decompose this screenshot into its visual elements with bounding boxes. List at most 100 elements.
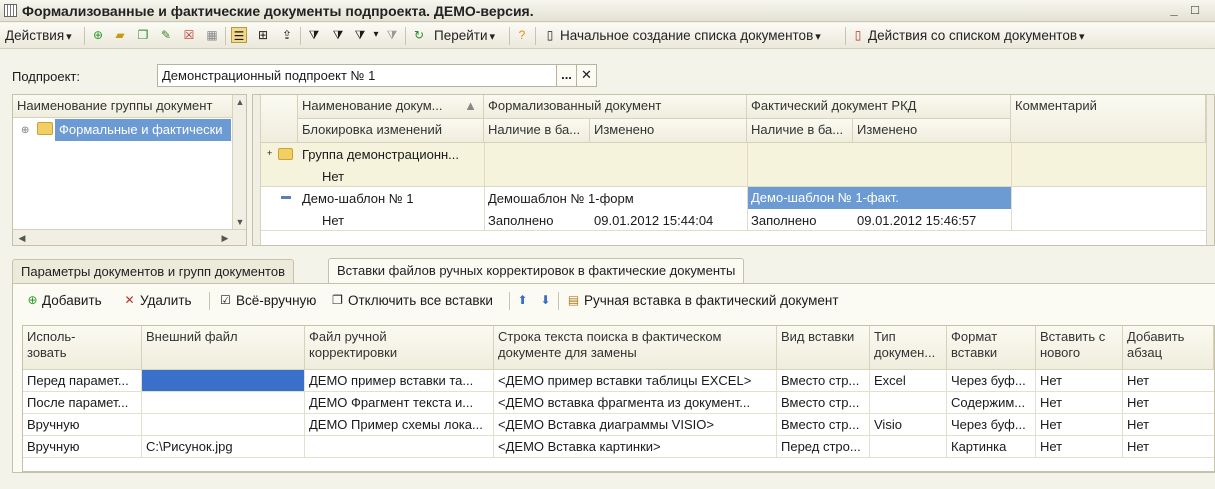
col-header-actual-changed[interactable]: Изменено [853, 119, 1011, 143]
cell-kind[interactable]: Вместо стр... [777, 414, 870, 435]
col-header-kind[interactable]: Вид вставки [777, 326, 870, 370]
expand-icon[interactable]: ⊕ [21, 125, 29, 136]
cell-search[interactable]: <ДЕМО Вставка диаграммы VISIO> [494, 414, 777, 435]
grid-left-scrollbar[interactable] [253, 95, 261, 245]
col-header-name[interactable]: Наименование докум... ▲ [298, 95, 484, 119]
subproject-select-button[interactable]: ... [556, 64, 577, 87]
cell-paragraph[interactable]: Нет [1123, 414, 1214, 435]
table-row[interactable]: Перед парамет... ДЕМО пример вставки та.… [23, 370, 1214, 392]
cell-kind[interactable]: Перед стро... [777, 436, 870, 457]
disable-all-icon[interactable]: ❐ [330, 293, 345, 308]
cell-newline[interactable]: Нет [1036, 370, 1123, 391]
col-header-formal-changed[interactable]: Изменено [590, 119, 747, 143]
cell-manual-file[interactable]: ДЕМО Фрагмент текста и... [305, 392, 494, 413]
col-header-formal-presence[interactable]: Наличие в ба... [484, 119, 590, 143]
cell-manual-file[interactable]: ДЕМО пример вставки та... [305, 370, 494, 391]
col-header-actual-presence[interactable]: Наличие в ба... [747, 119, 853, 143]
col-header-newline[interactable]: Вставить с нового [1036, 326, 1123, 370]
col-header-external[interactable]: Внешний файл [142, 326, 305, 370]
cell-use[interactable]: После парамет... [23, 392, 142, 413]
row-actual-doc[interactable]: Демо-шаблон № 1-факт. [747, 187, 1011, 209]
mark-delete-icon[interactable]: ▦ [204, 27, 220, 43]
col-header-manual-file[interactable]: Файл ручной корректировки [305, 326, 494, 370]
scroll-left-icon[interactable]: ◀ [15, 231, 29, 245]
expand-group-icon[interactable]: + [267, 148, 272, 158]
cell-paragraph[interactable]: Нет [1123, 436, 1214, 457]
filter-by-value-icon[interactable]: ⧩ [330, 27, 346, 43]
cell-paragraph[interactable]: Нет [1123, 392, 1214, 413]
delete-icon[interactable]: ✕ [122, 293, 137, 308]
cell-use[interactable]: Вручную [23, 436, 142, 457]
cell-kind[interactable]: Вместо стр... [777, 392, 870, 413]
subproject-clear-button[interactable]: ✕ [576, 64, 597, 87]
manual-insert-icon[interactable]: ▤ [566, 293, 581, 308]
disable-all-button[interactable]: Отключить все вставки [348, 292, 493, 310]
tree-vertical-scrollbar[interactable]: ▲ ▼ [232, 95, 246, 229]
tree-item[interactable]: Формальные и фактически [55, 119, 231, 141]
minimize-button[interactable]: _ [1166, 3, 1182, 18]
tree-horizontal-scrollbar[interactable]: ◀ ▶ [13, 229, 246, 245]
table-row[interactable]: После парамет... ДЕМО Фрагмент текста и.… [23, 392, 1214, 414]
tab-file-inserts[interactable]: Вставки файлов ручных корректировок в фа… [328, 258, 745, 284]
move-icon[interactable]: ⇪ [279, 27, 295, 43]
tree-header[interactable]: Наименование группы документ [13, 95, 233, 118]
add-icon[interactable]: ⊕ [25, 293, 40, 308]
scroll-right-icon[interactable]: ▶ [218, 231, 232, 245]
cell-manual-file[interactable] [305, 436, 494, 457]
cell-external[interactable] [142, 414, 305, 435]
checkbox-all-icon[interactable]: ☑ [218, 293, 233, 308]
cell-format[interactable]: Через буф... [947, 370, 1036, 391]
subproject-input[interactable]: Демонстрационный подпроект № 1 [157, 64, 557, 87]
initial-create-menu[interactable]: Начальное создание списка документов [560, 27, 821, 45]
cell-manual-file[interactable]: ДЕМО Пример схемы лока... [305, 414, 494, 435]
cell-search[interactable]: <ДЕМО вставка фрагмента из документ... [494, 392, 777, 413]
cell-external[interactable]: C:\Рисунок.jpg [142, 436, 305, 457]
clear-filter-icon[interactable]: ⧩ [384, 27, 400, 43]
cell-newline[interactable]: Нет [1036, 436, 1123, 457]
add-group-icon[interactable]: ▰ [112, 27, 128, 43]
col-header-actual[interactable]: Фактический документ РКД [747, 95, 1011, 119]
copy-icon[interactable]: ❐ [135, 27, 151, 43]
cell-format[interactable]: Картинка [947, 436, 1036, 457]
cell-type[interactable]: Excel [870, 370, 947, 391]
cell-newline[interactable]: Нет [1036, 414, 1123, 435]
hierarchy-icon[interactable]: ☰ [231, 27, 247, 43]
help-icon[interactable]: ? [514, 27, 530, 43]
add-icon[interactable]: ⊕ [90, 27, 106, 43]
cell-newline[interactable]: Нет [1036, 392, 1123, 413]
move-up-icon[interactable]: ⬆ [515, 293, 530, 308]
delete-button[interactable]: Удалить [140, 292, 192, 310]
filter-list-icon[interactable]: ⧩ [352, 27, 368, 43]
filter-icon[interactable]: ⧩ [306, 27, 322, 43]
cell-external[interactable] [142, 370, 305, 391]
tab-doc-params[interactable]: Параметры документов и групп документов [12, 259, 294, 283]
scroll-up-icon[interactable]: ▲ [233, 95, 247, 109]
delete-icon[interactable]: ☒ [181, 27, 197, 43]
scroll-down-icon[interactable]: ▼ [233, 215, 247, 229]
col-header-lock[interactable]: Блокировка изменений [298, 119, 484, 143]
grid-right-scrollbar[interactable] [1206, 95, 1214, 245]
goto-menu[interactable]: Перейти [434, 27, 495, 45]
cell-type[interactable]: Visio [870, 414, 947, 435]
edit-icon[interactable]: ✎ [158, 27, 174, 43]
table-row[interactable]: Вручную ДЕМО Пример схемы лока... <ДЕМО … [23, 414, 1214, 436]
add-button[interactable]: Добавить [42, 292, 102, 310]
col-header-paragraph[interactable]: Добавить абзац [1123, 326, 1214, 370]
all-manual-button[interactable]: Всё-вручную [236, 292, 316, 310]
cell-paragraph[interactable]: Нет [1123, 370, 1214, 391]
tree-view-icon[interactable]: ⊞ [255, 27, 271, 43]
move-down-icon[interactable]: ⬇ [538, 293, 553, 308]
maximize-button[interactable]: □ [1187, 3, 1203, 18]
cell-type[interactable] [870, 392, 947, 413]
table-row[interactable]: Вручную C:\Рисунок.jpg <ДЕМО Вставка кар… [23, 436, 1214, 458]
cell-search[interactable]: <ДЕМО пример вставки таблицы EXCEL> [494, 370, 777, 391]
cell-use[interactable]: Вручную [23, 414, 142, 435]
cell-external[interactable] [142, 392, 305, 413]
cell-format[interactable]: Через буф... [947, 414, 1036, 435]
col-header-formal[interactable]: Формализованный документ [484, 95, 747, 119]
col-header-search[interactable]: Строка текста поиска в фактическом докум… [494, 326, 777, 370]
cell-use[interactable]: Перед парамет... [23, 370, 142, 391]
row-formal-doc[interactable]: Демошаблон № 1-форм [484, 188, 747, 209]
col-header-comment[interactable]: Комментарий [1011, 95, 1206, 143]
cell-kind[interactable]: Вместо стр... [777, 370, 870, 391]
